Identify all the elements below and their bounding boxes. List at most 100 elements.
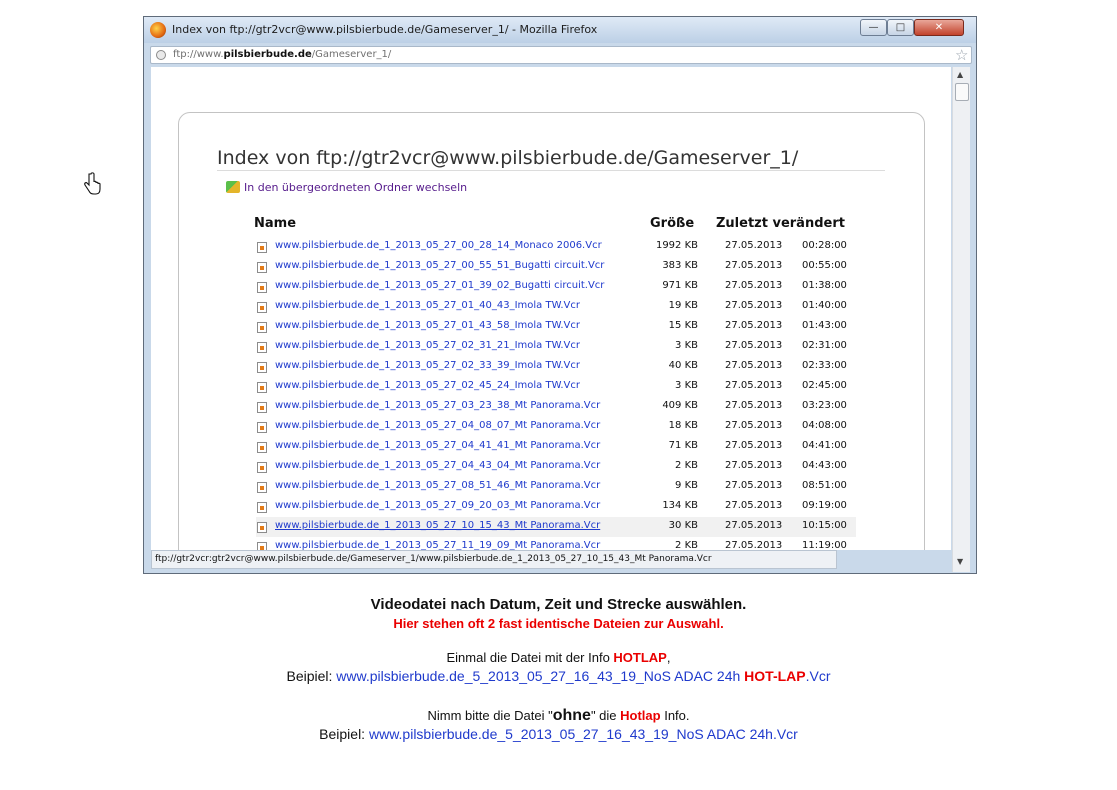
file-row[interactable]: www.pilsbierbude.de_1_2013_05_27_02_31_2… <box>256 337 856 357</box>
url-prefix: ftp://www. <box>173 49 224 60</box>
file-date: 27.05.2013 <box>725 400 783 411</box>
file-row[interactable]: www.pilsbierbude.de_1_2013_05_27_08_51_4… <box>256 477 856 497</box>
file-time: 08:51:00 <box>802 480 847 491</box>
file-date: 27.05.2013 <box>725 380 783 391</box>
file-row[interactable]: www.pilsbierbude.de_1_2013_05_27_01_39_0… <box>256 277 856 297</box>
file-icon <box>257 262 267 273</box>
file-date: 27.05.2013 <box>725 340 783 351</box>
page-viewport: Index von ftp://gtr2vcr@www.pilsbierbude… <box>151 67 951 550</box>
file-time: 02:45:00 <box>802 380 847 391</box>
maximize-button[interactable]: □ <box>887 19 914 36</box>
file-date: 27.05.2013 <box>725 540 783 550</box>
scroll-up-arrow-icon[interactable]: ▲ <box>957 70 963 79</box>
file-link[interactable]: www.pilsbierbude.de_1_2013_05_27_04_43_0… <box>275 460 600 471</box>
file-list: www.pilsbierbude.de_1_2013_05_27_00_28_1… <box>256 237 856 550</box>
file-link[interactable]: www.pilsbierbude.de_1_2013_05_27_02_33_3… <box>275 360 580 371</box>
file-link[interactable]: www.pilsbierbude.de_1_2013_05_27_00_28_1… <box>275 240 602 251</box>
hotlap-keyword: HOTLAP <box>613 650 667 665</box>
file-date: 27.05.2013 <box>725 520 783 531</box>
file-link[interactable]: www.pilsbierbude.de_1_2013_05_27_02_45_2… <box>275 380 580 391</box>
file-icon <box>257 542 267 550</box>
file-size: 383 KB <box>662 260 698 271</box>
file-row[interactable]: www.pilsbierbude.de_1_2013_05_27_02_33_3… <box>256 357 856 377</box>
file-row[interactable]: www.pilsbierbude.de_1_2013_05_27_00_28_1… <box>256 237 856 257</box>
url-host: pilsbierbude.de <box>223 49 312 60</box>
file-size: 15 KB <box>668 320 698 331</box>
file-link[interactable]: www.pilsbierbude.de_1_2013_05_27_09_20_0… <box>275 500 600 511</box>
example-hotlap-extension: .Vcr <box>805 668 831 684</box>
example-label: Beipiel: <box>286 668 337 684</box>
minimize-button[interactable]: — <box>860 19 887 36</box>
file-row[interactable]: www.pilsbierbude.de_1_2013_05_27_04_43_0… <box>256 457 856 477</box>
scrollbar-thumb[interactable] <box>955 83 969 101</box>
hotlap-keyword-2: Hotlap <box>620 708 661 723</box>
file-link[interactable]: www.pilsbierbude.de_1_2013_05_27_04_41_4… <box>275 440 600 451</box>
file-link[interactable]: www.pilsbierbude.de_1_2013_05_27_01_39_0… <box>275 280 604 291</box>
file-link[interactable]: www.pilsbierbude.de_1_2013_05_27_02_31_2… <box>275 340 580 351</box>
file-size: 2 KB <box>675 460 698 471</box>
file-link[interactable]: www.pilsbierbude.de_1_2013_05_27_10_15_4… <box>275 520 600 531</box>
column-modified-header: Zuletzt verändert <box>716 216 845 231</box>
file-time: 00:55:00 <box>802 260 847 271</box>
file-link[interactable]: www.pilsbierbude.de_1_2013_05_27_04_08_0… <box>275 420 600 431</box>
title-bar[interactable]: Index von ftp://gtr2vcr@www.pilsbierbude… <box>144 17 976 43</box>
file-row[interactable]: www.pilsbierbude.de_1_2013_05_27_01_43_5… <box>256 317 856 337</box>
file-icon <box>257 342 267 353</box>
file-link[interactable]: www.pilsbierbude.de_1_2013_05_27_03_23_3… <box>275 400 600 411</box>
file-row[interactable]: www.pilsbierbude.de_1_2013_05_27_00_55_5… <box>256 257 856 277</box>
file-time: 04:41:00 <box>802 440 847 451</box>
file-icon <box>257 242 267 253</box>
file-row[interactable]: www.pilsbierbude.de_1_2013_05_27_02_45_2… <box>256 377 856 397</box>
file-icon <box>257 422 267 433</box>
file-date: 27.05.2013 <box>725 320 783 331</box>
address-bar[interactable]: ftp://www.pilsbierbude.de/Gameserver_1/ … <box>150 46 972 64</box>
file-link[interactable]: www.pilsbierbude.de_1_2013_05_27_01_43_5… <box>275 320 580 331</box>
file-time: 01:43:00 <box>802 320 847 331</box>
instruction-title: Videodatei nach Datum, Zeit und Strecke … <box>370 596 747 613</box>
close-button[interactable]: ✕ <box>914 19 964 36</box>
file-row[interactable]: www.pilsbierbude.de_1_2013_05_27_10_15_4… <box>256 517 856 537</box>
file-icon <box>257 502 267 513</box>
file-row[interactable]: www.pilsbierbude.de_1_2013_05_27_11_19_0… <box>256 537 856 550</box>
file-row[interactable]: www.pilsbierbude.de_1_2013_05_27_09_20_0… <box>256 497 856 517</box>
firefox-logo-icon <box>150 22 166 38</box>
file-size: 1992 KB <box>655 240 698 251</box>
hotlap-info-text: Einmal die Datei mit der Info <box>446 650 614 665</box>
bookmark-star-icon[interactable]: ☆ <box>955 46 968 64</box>
firefox-window: Index von ftp://gtr2vcr@www.pilsbierbude… <box>143 16 977 574</box>
listing-panel: Index von ftp://gtr2vcr@www.pilsbierbude… <box>178 112 925 550</box>
file-time: 02:31:00 <box>802 340 847 351</box>
file-link[interactable]: www.pilsbierbude.de_1_2013_05_27_01_40_4… <box>275 300 580 311</box>
file-date: 27.05.2013 <box>725 480 783 491</box>
window-title: Index von ftp://gtr2vcr@www.pilsbierbude… <box>172 23 598 36</box>
file-size: 2 KB <box>675 540 698 550</box>
file-link[interactable]: www.pilsbierbude.de_1_2013_05_27_00_55_5… <box>275 260 604 271</box>
file-row[interactable]: www.pilsbierbude.de_1_2013_05_27_04_08_0… <box>256 417 856 437</box>
file-row[interactable]: www.pilsbierbude.de_1_2013_05_27_01_40_4… <box>256 297 856 317</box>
file-row[interactable]: www.pilsbierbude.de_1_2013_05_27_03_23_3… <box>256 397 856 417</box>
status-bar: ftp://gtr2vcr:gtr2vcr@www.pilsbierbude.d… <box>151 550 837 569</box>
file-icon <box>257 302 267 313</box>
scroll-down-arrow-icon[interactable]: ▼ <box>957 557 963 566</box>
address-text[interactable]: ftp://www.pilsbierbude.de/Gameserver_1/ <box>173 49 391 60</box>
file-size: 409 KB <box>662 400 698 411</box>
vertical-scrollbar[interactable]: ▲ ▼ <box>952 67 970 572</box>
file-size: 40 KB <box>668 360 698 371</box>
column-name-header: Name <box>254 216 297 231</box>
parent-folder-link[interactable]: In den übergeordneten Ordner wechseln <box>226 181 467 194</box>
file-link[interactable]: www.pilsbierbude.de_1_2013_05_27_11_19_0… <box>275 540 600 550</box>
file-date: 27.05.2013 <box>725 240 783 251</box>
file-icon <box>257 322 267 333</box>
instruction-warning: Hier stehen oft 2 fast identische Dateie… <box>393 616 724 631</box>
file-time: 09:19:00 <box>802 500 847 511</box>
file-date: 27.05.2013 <box>725 260 783 271</box>
file-size: 971 KB <box>662 280 698 291</box>
example-hotlap-line: Beipiel: www.pilsbierbude.de_5_2013_05_2… <box>0 668 1117 684</box>
example-plain-line: Beipiel: www.pilsbierbude.de_5_2013_05_2… <box>0 726 1117 742</box>
folder-up-icon <box>226 181 240 193</box>
file-row[interactable]: www.pilsbierbude.de_1_2013_05_27_04_41_4… <box>256 437 856 457</box>
file-link[interactable]: www.pilsbierbude.de_1_2013_05_27_08_51_4… <box>275 480 600 491</box>
file-icon <box>257 442 267 453</box>
file-time: 10:15:00 <box>802 520 847 531</box>
file-date: 27.05.2013 <box>725 280 783 291</box>
